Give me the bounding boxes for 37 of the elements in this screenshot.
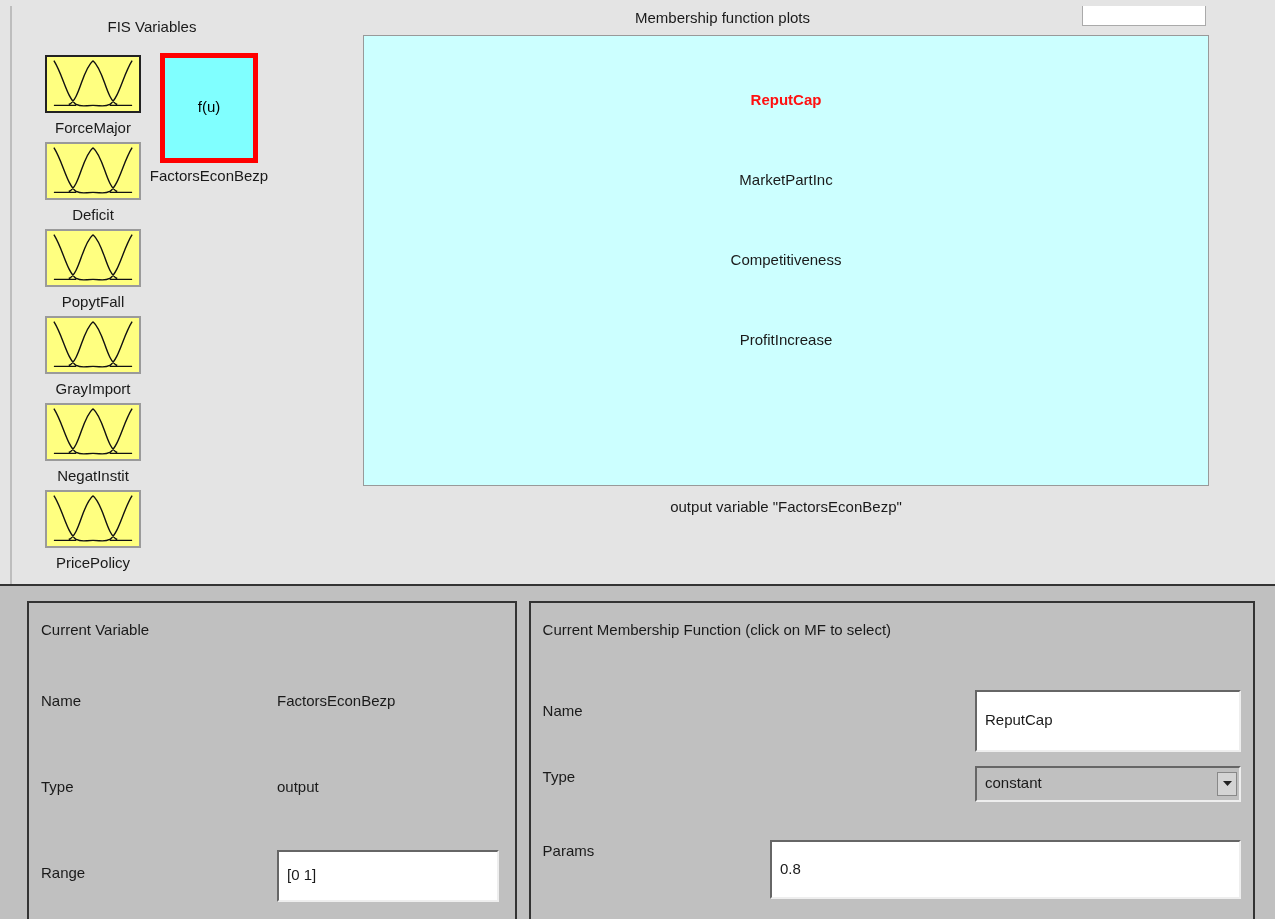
caret-icon: [1217, 771, 1237, 796]
variable-label: NegatInstit: [57, 465, 129, 486]
field-value: output: [277, 777, 319, 795]
name-field[interactable]: ReputCap: [975, 689, 1241, 752]
variable-label: Deficit: [72, 204, 114, 225]
input-variable-button[interactable]: [45, 141, 141, 200]
input-variable-button[interactable]: [45, 402, 141, 461]
field-value: FactorsEconBezp: [277, 691, 396, 709]
range-field[interactable]: [0 1]: [277, 849, 499, 902]
panel-title: Current Variable: [41, 620, 151, 640]
plot-title: Membership function plots: [634, 9, 811, 26]
membership-function-label[interactable]: MarketPartInc: [735, 168, 837, 192]
params-field[interactable]: 0.8: [770, 839, 1241, 899]
field-label: Name: [542, 700, 583, 721]
type-dropdown[interactable]: constant: [975, 765, 1241, 802]
input-variable-button[interactable]: [45, 228, 141, 287]
field-label: Params: [542, 840, 595, 861]
membership-function-label[interactable]: ReputCap: [746, 88, 826, 112]
field-label: Type: [542, 766, 576, 787]
plot-caption: output variable "FactorsEconBezp": [670, 498, 902, 515]
section-title: FIS Variables: [106, 17, 198, 37]
membership-function-label[interactable]: ProfitIncrease: [735, 328, 837, 352]
output-variable-button[interactable]: f(u): [160, 52, 258, 163]
input-variable-button[interactable]: [45, 54, 141, 113]
field-label: Type: [41, 776, 75, 797]
membership-function-label[interactable]: Competitiveness: [726, 248, 846, 272]
variable-label: FactorsEconBezp: [149, 165, 269, 186]
field-label: Name: [41, 690, 82, 711]
variable-label: GrayImport: [55, 378, 131, 399]
panel-title: Current Membership Function (click on MF to select): [542, 620, 893, 640]
input-variable-button[interactable]: [45, 489, 141, 548]
variable-label: PricePolicy: [55, 552, 131, 573]
input-field[interactable]: [1082, 6, 1206, 26]
input-variable-button[interactable]: [45, 315, 141, 374]
variable-label: PopytFall: [61, 291, 125, 312]
variable-label: ForceMajor: [55, 117, 131, 138]
field-label: Range: [41, 862, 87, 883]
